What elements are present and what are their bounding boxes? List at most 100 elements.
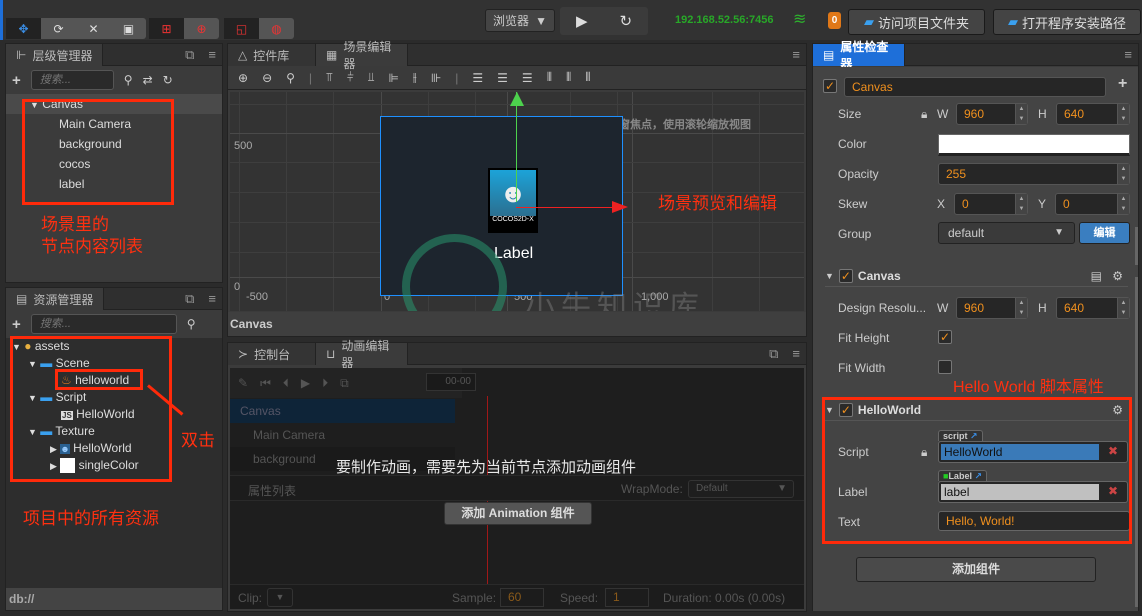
swap-icon[interactable]: ⇄ xyxy=(143,73,153,87)
add-icon[interactable]: + xyxy=(12,72,21,89)
distribute-vcenter-icon[interactable]: ☰ xyxy=(497,71,508,85)
node-active-checkbox[interactable]: ✓ xyxy=(823,79,837,93)
tab-hierarchy[interactable]: ⊩ 层级管理器 xyxy=(6,44,104,66)
zoom-in-icon[interactable]: ⊕ xyxy=(238,71,248,85)
hierarchy-search-input[interactable]: 搜索... xyxy=(30,70,114,90)
preview-ip[interactable]: 192.168.52.56:7456 xyxy=(675,14,773,26)
speed-input[interactable]: 1 xyxy=(605,588,649,607)
group-select[interactable]: default ▼ xyxy=(938,222,1075,244)
help-icon[interactable]: ▤ xyxy=(1091,269,1102,283)
zoom-reset-icon[interactable]: ⚲ xyxy=(286,71,295,85)
popout-icon[interactable]: ⧉ xyxy=(769,346,778,362)
zoom-out-icon[interactable]: ⊖ xyxy=(262,71,272,85)
search-icon[interactable]: ⚲ xyxy=(187,317,196,331)
time-input[interactable]: 00-00 xyxy=(426,373,476,391)
stepper-icon[interactable]: ▲ ▼ xyxy=(1015,298,1027,318)
collapse-icon[interactable]: ▼ xyxy=(825,271,834,281)
component-enabled-checkbox[interactable]: ✓ xyxy=(838,268,853,283)
design-w-input[interactable]: 960 ▲ ▼ xyxy=(956,297,1028,319)
prev-frame-icon[interactable]: ⏴ xyxy=(283,376,289,391)
popout-icon[interactable]: ⧉ xyxy=(185,47,194,63)
search-icon[interactable]: ⚲ xyxy=(124,73,133,87)
lock-icon[interactable]: 🔒︎ xyxy=(921,107,927,122)
design-h-input[interactable]: 640 ▲ ▼ xyxy=(1056,297,1130,319)
fit-width-checkbox[interactable] xyxy=(938,360,952,374)
add-animation-button[interactable]: 添加 Animation 组件 xyxy=(444,502,592,525)
stepper-icon[interactable]: ▲ ▼ xyxy=(1117,298,1129,318)
assets-search-input[interactable]: 搜索... xyxy=(30,314,177,334)
stepper-icon[interactable]: ▲ ▼ xyxy=(1117,104,1129,124)
distribute-top-icon[interactable]: ☰ xyxy=(472,71,483,85)
play-icon[interactable]: ▶ xyxy=(576,12,588,30)
menu-icon[interactable]: ≡ xyxy=(208,291,216,307)
distribute-right-icon[interactable]: ⦀ xyxy=(585,70,590,85)
local-pivot-icon[interactable]: ⊞ xyxy=(149,18,184,39)
menu-icon[interactable]: ≡ xyxy=(792,346,800,362)
distribute-left-icon[interactable]: ⦀ xyxy=(547,70,552,85)
first-frame-icon[interactable]: ⏮ xyxy=(260,376,271,391)
external-icon[interactable]: ⧉ xyxy=(340,376,349,391)
distribute-bottom-icon[interactable]: ☰ xyxy=(522,71,533,85)
y-axis-gizmo[interactable] xyxy=(516,92,517,202)
color-picker[interactable] xyxy=(938,134,1130,156)
size-h-input[interactable]: 640 ▲ ▼ xyxy=(1056,103,1130,125)
size-w-input[interactable]: 960 ▲ ▼ xyxy=(956,103,1028,125)
node-name-input[interactable]: Canvas xyxy=(844,77,1106,97)
clip-select[interactable]: ▼ xyxy=(267,588,293,607)
x-arrow-icon[interactable] xyxy=(612,201,628,213)
next-frame-icon[interactable]: ⏵ xyxy=(322,376,328,391)
add-component-button[interactable]: 添加组件 xyxy=(856,557,1096,582)
tab-inspector[interactable]: ▤ 属性检查器 xyxy=(813,40,905,71)
align-bottom-icon[interactable]: ⫫ xyxy=(368,70,375,85)
local-coord-icon[interactable]: ◱ xyxy=(224,18,259,39)
stepper-icon[interactable]: ▲ ▼ xyxy=(1117,164,1129,184)
center-pivot-icon[interactable]: ⊕ xyxy=(184,18,219,39)
tab-widgets[interactable]: △ 控件库 xyxy=(228,44,316,66)
menu-icon[interactable]: ≡ xyxy=(1124,47,1132,62)
align-top-icon[interactable]: ⫪ xyxy=(326,70,333,85)
global-coord-icon[interactable]: ◍ xyxy=(259,18,294,39)
open-install-path-button[interactable]: ▰ 打开程序安装路径 xyxy=(993,9,1141,35)
align-hcenter-icon[interactable]: ⫲ xyxy=(413,70,417,85)
stepper-icon[interactable]: ▲ ▼ xyxy=(1015,194,1027,214)
opacity-input[interactable]: 255 ▲ ▼ xyxy=(938,163,1130,185)
popout-icon[interactable]: ⧉ xyxy=(185,291,194,307)
gear-icon[interactable]: ⚙ xyxy=(1112,269,1123,283)
scrollbar[interactable] xyxy=(1135,227,1138,265)
rect-tool-icon[interactable]: ▣ xyxy=(111,18,146,39)
menu-icon[interactable]: ≡ xyxy=(208,47,216,63)
add-icon[interactable]: + xyxy=(1118,75,1127,93)
scene-viewport[interactable]: 使用鼠标右键平移视窗焦点，使用滚轮缩放视图 500 0 -500 0 500 1… xyxy=(230,92,804,311)
anim-node-row[interactable]: Canvas xyxy=(230,399,455,423)
scale-tool-icon[interactable]: ✕ xyxy=(76,18,111,39)
align-vcenter-icon[interactable]: ⫩ xyxy=(347,70,354,85)
align-right-icon[interactable]: ⊪ xyxy=(431,71,441,85)
wrapmode-select[interactable]: Default ▼ xyxy=(688,480,794,498)
distribute-hcenter-icon[interactable]: ⦀ xyxy=(566,70,571,85)
edit-group-button[interactable]: 编辑 xyxy=(1079,222,1130,244)
sample-input[interactable]: 60 xyxy=(500,588,544,607)
move-tool-icon[interactable]: ✥ xyxy=(6,18,41,39)
fit-height-checkbox[interactable]: ✓ xyxy=(938,330,952,344)
align-left-icon[interactable]: ⊫ xyxy=(388,71,398,85)
tab-scene-editor[interactable]: ▦ 场景编辑器 xyxy=(316,40,408,71)
edit-icon[interactable]: ✎ xyxy=(238,376,248,390)
open-project-folder-button[interactable]: ▰ 访问项目文件夹 xyxy=(848,9,985,35)
refresh-icon[interactable]: ↻ xyxy=(163,73,173,87)
play-icon[interactable]: ▶ xyxy=(301,376,310,390)
skew-y-input[interactable]: 0 ▲ ▼ xyxy=(1055,193,1130,215)
y-arrow-icon[interactable] xyxy=(510,92,524,106)
preview-platform-select[interactable]: 浏览器 ▼ xyxy=(485,9,555,32)
canvas-component-header[interactable]: ▼ ✓ Canvas ▤ ⚙ xyxy=(825,265,1128,287)
refresh-icon[interactable]: ↻ xyxy=(619,12,632,30)
stepper-icon[interactable]: ▲ ▼ xyxy=(1015,104,1027,124)
anim-node-row[interactable]: Main Camera xyxy=(230,423,455,447)
skew-x-input[interactable]: 0 ▲ ▼ xyxy=(954,193,1028,215)
add-icon[interactable]: + xyxy=(12,316,21,333)
tab-console[interactable]: ≻ 控制台 xyxy=(228,343,316,365)
rotate-tool-icon[interactable]: ⟳ xyxy=(41,18,76,39)
notification-badge[interactable]: 0 xyxy=(828,12,841,29)
tab-assets[interactable]: ▤ 资源管理器 xyxy=(6,288,105,310)
cocos-logo[interactable]: ☻ COCOS2D-X xyxy=(488,168,538,233)
menu-icon[interactable]: ≡ xyxy=(792,47,800,62)
